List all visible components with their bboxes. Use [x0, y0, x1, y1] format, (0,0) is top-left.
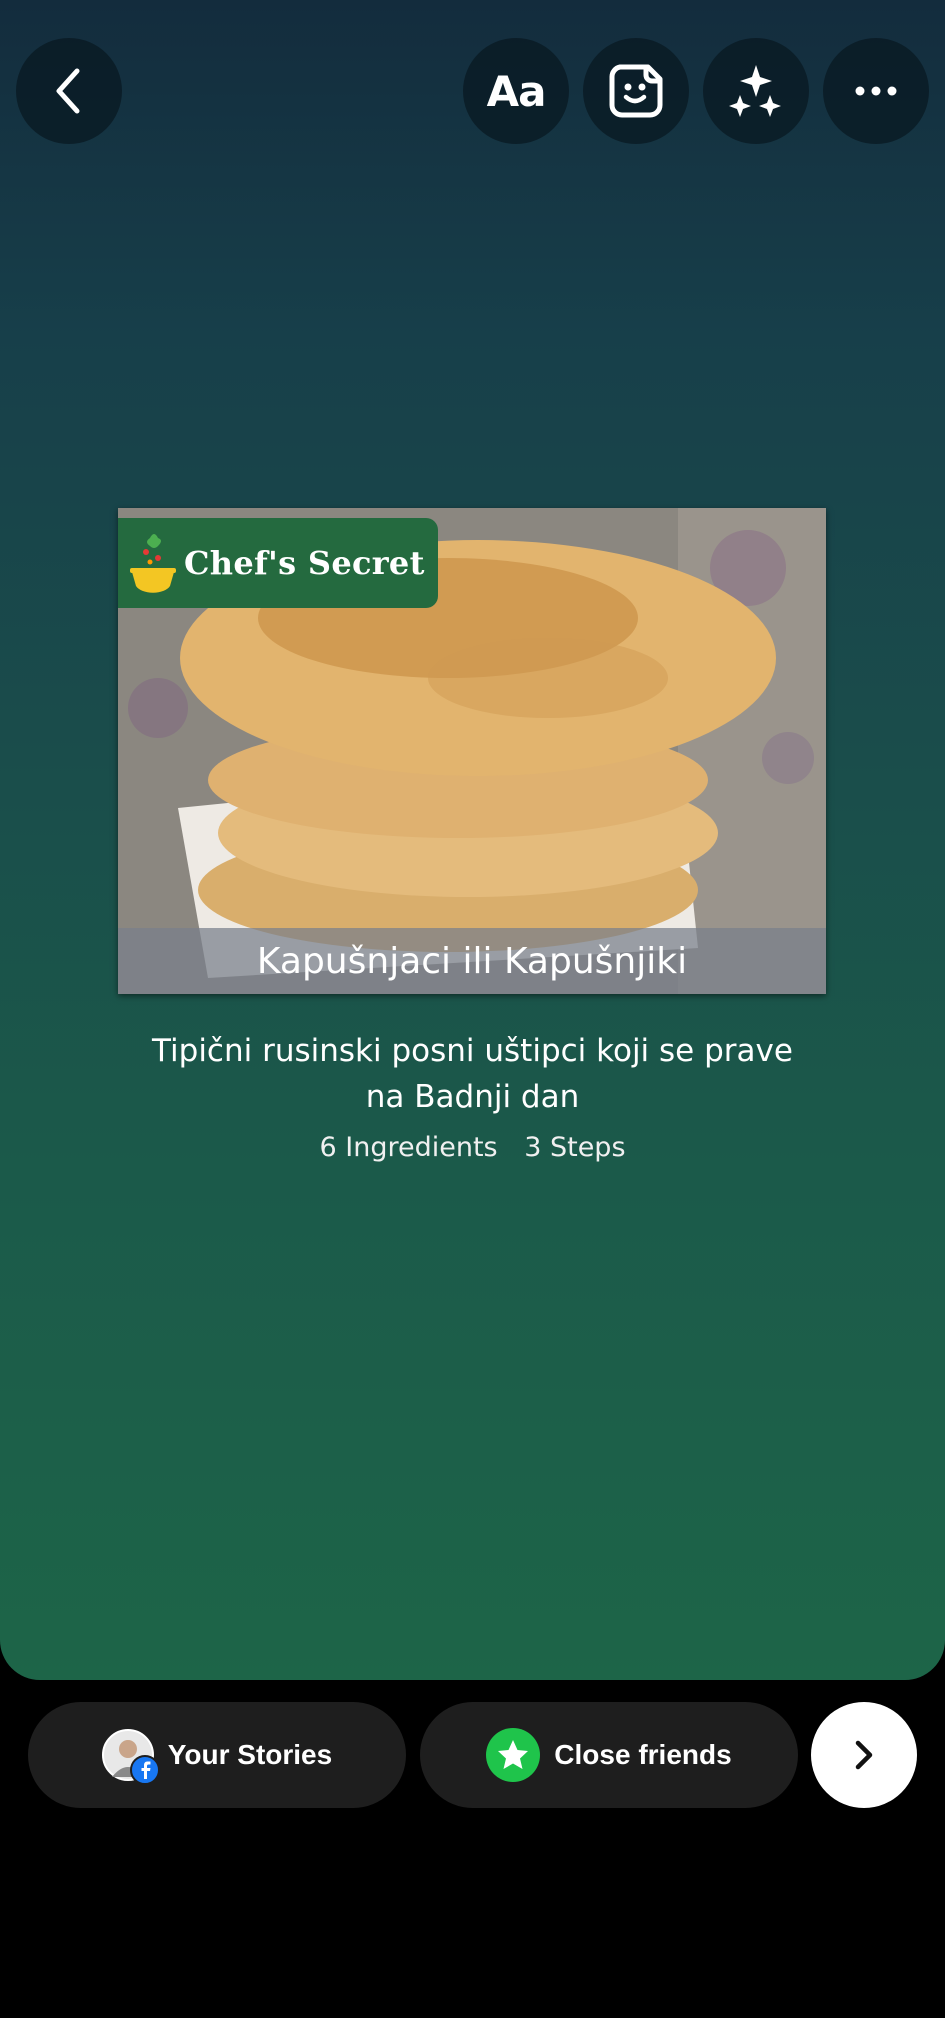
your-stories-label: Your Stories	[167, 1739, 333, 1770]
recipe-title: Kapušnjaci ili Kapušnjiki	[256, 940, 688, 982]
close-friends-label: Close friends	[554, 1739, 732, 1770]
brand-name: Chef's Secret	[184, 544, 425, 582]
next-button[interactable]	[811, 1702, 917, 1808]
sparkles-icon	[729, 65, 781, 117]
text-tool-button[interactable]: Aa	[463, 38, 569, 144]
your-stories-button[interactable]: Your Stories	[28, 1702, 406, 1808]
avatar	[101, 1729, 160, 1785]
facebook-icon	[129, 1755, 160, 1785]
story-canvas: Aa Chef's Secret Kapušnjaci ili Kapušnji…	[0, 0, 945, 1680]
close-friends-star-badge	[486, 1728, 541, 1782]
text-tool-label: Aa	[486, 66, 547, 116]
effects-button[interactable]	[703, 38, 809, 144]
brand-badge: Chef's Secret	[118, 518, 438, 608]
sticker-button[interactable]	[583, 38, 689, 144]
more-horizontal-icon	[855, 86, 897, 96]
recipe-title-bar: Kapušnjaci ili Kapušnjiki	[118, 928, 826, 994]
chevron-left-icon	[56, 68, 80, 114]
star-icon	[498, 1740, 529, 1769]
steps-count: 3 Steps	[524, 1132, 626, 1163]
recipe-meta: 6 Ingredients 3 Steps	[0, 1132, 945, 1163]
chevron-right-icon	[855, 1740, 873, 1770]
back-button[interactable]	[16, 38, 122, 144]
recipe-description: Tipični rusinski posni uštipci koji se p…	[152, 1033, 793, 1115]
more-options-button[interactable]	[823, 38, 929, 144]
close-friends-button[interactable]: Close friends	[420, 1702, 798, 1808]
sticker-icon	[609, 64, 663, 118]
ingredients-count: 6 Ingredients	[319, 1132, 498, 1163]
recipe-card[interactable]: Chef's Secret Kapušnjaci ili Kapušnjiki	[118, 508, 826, 994]
chef-pot-logo	[130, 534, 176, 593]
